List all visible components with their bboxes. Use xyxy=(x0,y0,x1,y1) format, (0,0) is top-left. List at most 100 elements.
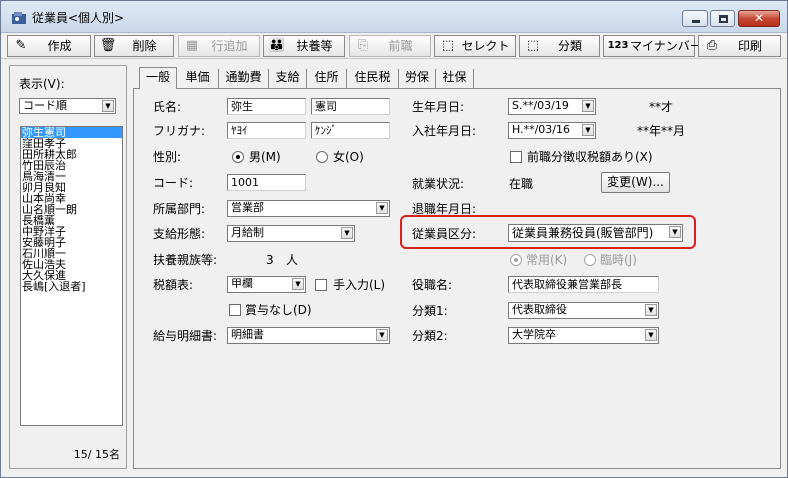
gender-male-label[interactable]: 男(M) xyxy=(249,149,281,165)
close-button[interactable]: ✕ xyxy=(738,10,780,27)
birth-date-label: 生年月日: xyxy=(412,100,465,114)
list-item[interactable]: 石川順一 xyxy=(21,248,122,259)
temporary-label[interactable]: 臨時(J) xyxy=(600,252,637,268)
list-item[interactable]: 鳥海清一 xyxy=(21,171,122,182)
list-item[interactable]: 田所耕太郎 xyxy=(21,149,122,160)
maximize-icon xyxy=(719,15,728,23)
sort-order-select[interactable]: コード順 ▼ xyxy=(19,98,116,114)
select-icon: ⬚ xyxy=(441,38,455,53)
list-item[interactable]: 佐山浩夫 xyxy=(21,259,122,270)
dependents-label: 扶養親族等: xyxy=(153,253,218,267)
mynumber-button[interactable]: 123 マイナンバー xyxy=(603,35,702,57)
department-select[interactable]: 営業部 ▼ xyxy=(227,200,390,217)
list-item[interactable]: 長橋薫 xyxy=(21,215,122,226)
classification2-label: 分類2: xyxy=(412,329,448,343)
chevron-down-icon[interactable]: ▼ xyxy=(376,202,388,214)
list-item[interactable]: 山名順一朗 xyxy=(21,204,122,215)
copy-icon: ⎘ xyxy=(357,38,369,53)
tab-address[interactable]: 住所 xyxy=(307,69,347,88)
employee-type-select[interactable]: 従業員兼務役員(販管部門) ▼ xyxy=(508,224,683,242)
prev-job-tax-checkbox[interactable] xyxy=(510,151,522,163)
gender-label: 性別: xyxy=(153,150,182,164)
employee-list[interactable]: 弥生憲司 窪田孝子 田所耕太郎 竹田辰治 鳥海清一 卯月良知 山本尚幸 山名順一朗 長橋薫 中野洋… xyxy=(20,126,123,426)
tab-social-insurance[interactable]: 社保 xyxy=(436,69,474,88)
gender-female-label[interactable]: 女(O) xyxy=(333,149,364,165)
select-button[interactable]: ⬚ セレクト xyxy=(434,35,516,57)
list-item[interactable]: 弥生憲司 xyxy=(21,127,122,138)
list-item[interactable]: 中野洋子 xyxy=(21,226,122,237)
pay-type-select[interactable]: 月給制 ▼ xyxy=(227,225,355,242)
maximize-button[interactable] xyxy=(710,10,735,27)
change-status-button[interactable]: 変更(W)... xyxy=(601,172,670,193)
code-field[interactable]: 1001 xyxy=(227,174,306,191)
list-item[interactable]: 窪田孝子 xyxy=(21,138,122,149)
department-label: 所属部門: xyxy=(153,202,206,216)
tab-commuting[interactable]: 通勤費 xyxy=(219,69,269,88)
temporary-radio[interactable] xyxy=(584,254,596,266)
list-item[interactable]: 長嶋[入退者] xyxy=(21,281,122,292)
chevron-down-icon[interactable]: ▼ xyxy=(376,329,388,341)
chevron-down-icon[interactable]: ▼ xyxy=(582,100,594,112)
employee-count: 15/ 15名 xyxy=(73,448,120,461)
payslip-label: 給与明細書: xyxy=(153,329,218,343)
chevron-down-icon[interactable]: ▼ xyxy=(645,304,657,316)
list-item[interactable]: 竹田辰治 xyxy=(21,160,122,171)
manual-input-label[interactable]: 手入力(L) xyxy=(333,277,385,293)
last-name-field[interactable]: 弥生 xyxy=(227,98,306,115)
table-add-icon: ▦ xyxy=(185,38,199,53)
list-item[interactable]: 山本尚幸 xyxy=(21,193,122,204)
create-button[interactable]: ✎ 作成 xyxy=(7,35,91,57)
kana-label: フリガナ: xyxy=(153,124,206,138)
chevron-down-icon[interactable]: ▼ xyxy=(292,278,304,290)
classify-icon: ⬚ xyxy=(526,38,540,53)
tab-labor-insurance[interactable]: 労保 xyxy=(399,69,436,88)
employee-type-label: 従業員区分: xyxy=(412,227,477,241)
pay-type-label: 支給形態: xyxy=(153,227,206,241)
tax-table-select[interactable]: 甲欄 ▼ xyxy=(227,276,306,293)
no-bonus-checkbox[interactable] xyxy=(229,304,241,316)
payslip-select[interactable]: 明細書 ▼ xyxy=(227,327,390,344)
regular-radio[interactable] xyxy=(510,254,522,266)
app-window: 従業員<個人別> ✕ ✎ 作成 🗑 削除 ▦ 行追加 👪 扶養等 ⎘ 前職 ⬚ … xyxy=(0,0,788,478)
list-item[interactable]: 安藤明子 xyxy=(21,237,122,248)
chevron-down-icon[interactable]: ▼ xyxy=(669,226,681,238)
dependents-button[interactable]: 👪 扶養等 xyxy=(263,35,345,57)
gender-male-radio[interactable] xyxy=(232,151,244,163)
code-label: コード: xyxy=(153,176,194,190)
mynumber-icon: 123 xyxy=(607,40,629,51)
tab-resident-tax[interactable]: 住民税 xyxy=(347,69,399,88)
gender-female-radio[interactable] xyxy=(316,151,328,163)
add-row-button[interactable]: ▦ 行追加 xyxy=(178,35,260,57)
birth-date-field[interactable]: S.**/03/19 ▼ xyxy=(508,98,596,115)
minimize-button[interactable] xyxy=(682,10,708,27)
chevron-down-icon[interactable]: ▼ xyxy=(645,329,657,341)
classification1-select[interactable]: 代表取締役 ▼ xyxy=(508,302,659,319)
close-icon: ✕ xyxy=(753,11,765,25)
chevron-down-icon[interactable]: ▼ xyxy=(341,227,353,239)
manual-input-checkbox[interactable] xyxy=(315,279,327,291)
previous-job-button[interactable]: ⎘ 前職 xyxy=(349,35,431,57)
classification-button[interactable]: ⬚ 分類 xyxy=(519,35,600,57)
no-bonus-label[interactable]: 賞与なし(D) xyxy=(245,302,312,318)
first-kana-field[interactable]: ｹﾝｼﾞ xyxy=(311,122,390,139)
list-item[interactable]: 卯月良知 xyxy=(21,182,122,193)
edit-icon: ✎ xyxy=(15,38,27,53)
position-title-field[interactable]: 代表取締役兼営業部長 xyxy=(508,276,659,293)
name-label: 氏名: xyxy=(153,100,182,114)
last-kana-field[interactable]: ﾔﾖｲ xyxy=(227,122,306,139)
classification2-select[interactable]: 大学院卒 ▼ xyxy=(508,327,659,344)
tab-payment[interactable]: 支給 xyxy=(269,69,307,88)
tab-unit-price[interactable]: 単価 xyxy=(177,69,219,88)
first-name-field[interactable]: 憲司 xyxy=(311,98,390,115)
hire-date-field[interactable]: H.**/03/16 ▼ xyxy=(508,122,596,139)
print-button[interactable]: ⎙ 印刷 xyxy=(698,35,781,57)
tab-general[interactable]: 一般 xyxy=(139,67,177,89)
prev-job-tax-label[interactable]: 前職分徴収税額あり(X) xyxy=(527,149,653,165)
employee-panel: 表示(V): コード順 ▼ 弥生憲司 窪田孝子 田所耕太郎 竹田辰治 鳥海清一 卯月良知山… xyxy=(9,65,127,469)
regular-label[interactable]: 常用(K) xyxy=(526,252,567,268)
chevron-down-icon[interactable]: ▼ xyxy=(582,124,594,136)
list-item[interactable]: 大久保進 xyxy=(21,270,122,281)
printer-icon: ⎙ xyxy=(706,38,718,53)
chevron-down-icon[interactable]: ▼ xyxy=(102,100,114,112)
delete-button[interactable]: 🗑 削除 xyxy=(94,35,174,57)
